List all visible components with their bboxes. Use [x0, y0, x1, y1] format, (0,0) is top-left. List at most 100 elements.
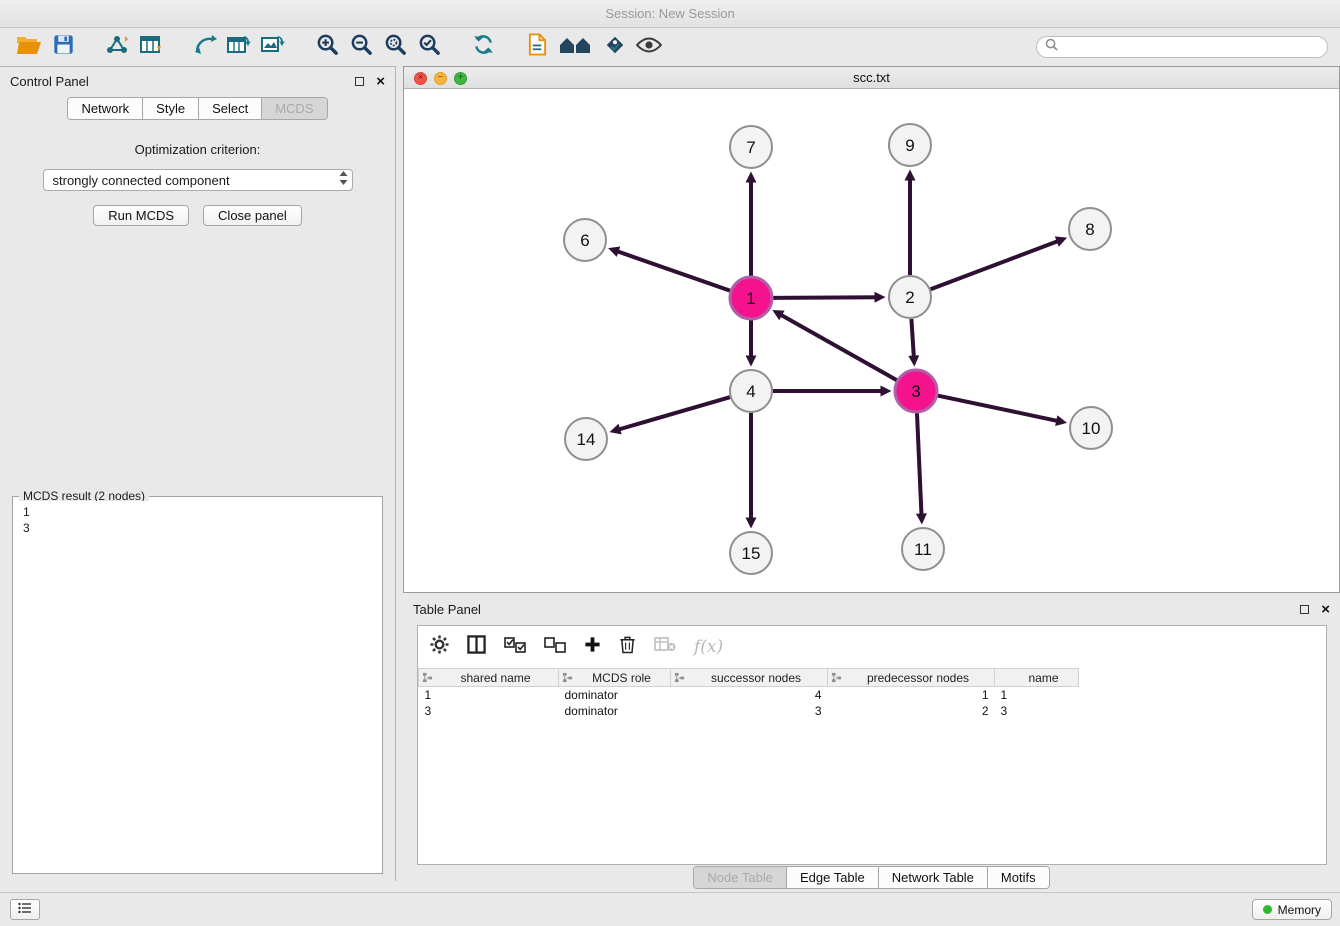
- network-view-window: × − + scc.txt 7968124314101511: [403, 66, 1340, 593]
- columns-icon: [467, 635, 486, 659]
- mcds-result-groupbox: MCDS result (2 nodes) 1 3: [12, 496, 383, 874]
- window-title: Session: New Session: [605, 6, 734, 21]
- select-all-rows-button[interactable]: [504, 637, 526, 658]
- table-arrow-icon: [227, 34, 251, 60]
- graph-node-label: 14: [577, 430, 596, 449]
- minimize-window-icon[interactable]: −: [434, 72, 447, 85]
- deselect-all-rows-button[interactable]: [544, 637, 566, 658]
- list-icon: [18, 901, 32, 919]
- table-cell[interactable]: 1: [419, 687, 559, 703]
- network-graph[interactable]: 7968124314101511: [404, 89, 1339, 592]
- mcds-result-text[interactable]: 1 3: [17, 501, 378, 869]
- refresh-layout-button[interactable]: [466, 32, 500, 62]
- tab-motifs[interactable]: Motifs: [988, 867, 1049, 888]
- optimization-criterion-dropdown[interactable]: strongly connected component: [43, 169, 353, 191]
- import-table-file-button[interactable]: [134, 32, 168, 62]
- control-panel-tabs: Network Style Select MCDS: [67, 97, 327, 120]
- import-network-file-button[interactable]: [100, 32, 134, 62]
- delete-table-button[interactable]: [654, 636, 676, 658]
- graph-node-label: 11: [914, 540, 932, 559]
- export-image-button[interactable]: [256, 32, 290, 62]
- save-session-button[interactable]: [46, 32, 80, 62]
- tab-select[interactable]: Select: [199, 98, 262, 119]
- graph-node-label: 9: [905, 136, 914, 155]
- home-button[interactable]: [554, 32, 598, 62]
- table-cell[interactable]: 3: [995, 703, 1079, 719]
- tab-style[interactable]: Style: [143, 98, 199, 119]
- table-cell[interactable]: 3: [671, 703, 828, 719]
- new-network-button[interactable]: [188, 32, 222, 62]
- tab-network[interactable]: Network: [68, 98, 143, 119]
- zoom-selected-button[interactable]: [412, 32, 446, 62]
- tab-edge-table[interactable]: Edge Table: [787, 867, 879, 888]
- tab-mcds[interactable]: MCDS: [262, 98, 326, 119]
- tab-network-table[interactable]: Network Table: [879, 867, 988, 888]
- search-input[interactable]: [1063, 40, 1319, 54]
- table-cell[interactable]: 3: [419, 703, 559, 719]
- network-window-title: scc.txt: [853, 70, 890, 85]
- search-icon: [1045, 38, 1058, 56]
- column-tree-icon: [674, 672, 685, 686]
- table-cell[interactable]: 1: [828, 687, 995, 703]
- search-box[interactable]: [1036, 36, 1328, 58]
- eye-icon: [636, 37, 662, 58]
- column-tree-icon: [831, 672, 842, 686]
- table-row[interactable]: 3dominator323: [419, 703, 1079, 719]
- graph-edge-3-1[interactable]: [777, 313, 897, 380]
- window-controls: × − +: [414, 67, 467, 89]
- network-canvas[interactable]: 7968124314101511: [404, 89, 1339, 592]
- run-mcds-button[interactable]: Run MCDS: [93, 205, 189, 226]
- close-panel-icon[interactable]: ×: [376, 74, 385, 89]
- graph-node-label: 8: [1085, 220, 1094, 239]
- graph-edge-2-3[interactable]: [911, 319, 914, 361]
- new-table-button[interactable]: [222, 32, 256, 62]
- graph-edge-3-10[interactable]: [938, 396, 1062, 422]
- zoom-window-icon[interactable]: +: [454, 72, 467, 85]
- open-session-button[interactable]: [12, 32, 46, 62]
- network-window-titlebar: × − + scc.txt: [404, 67, 1339, 89]
- graph-node-label: 15: [742, 544, 761, 563]
- zoom-out-button[interactable]: [344, 32, 378, 62]
- table-row[interactable]: 1dominator411: [419, 687, 1079, 703]
- column-header-successor-nodes[interactable]: successor nodes: [671, 669, 828, 687]
- table-settings-button[interactable]: [430, 635, 449, 659]
- result-line: 3: [23, 520, 372, 536]
- apply-style-button[interactable]: [520, 32, 554, 62]
- memory-button[interactable]: Memory: [1252, 899, 1332, 920]
- float-window-icon[interactable]: [355, 77, 364, 86]
- plus-icon: [584, 636, 601, 658]
- delete-column-button[interactable]: [619, 635, 636, 659]
- trash-icon: [619, 635, 636, 659]
- tab-node-table[interactable]: Node Table: [694, 867, 787, 888]
- dropdown-stepper-icon: [339, 171, 348, 190]
- table-cell[interactable]: 2: [828, 703, 995, 719]
- table-cell[interactable]: dominator: [559, 687, 671, 703]
- add-column-button[interactable]: [584, 636, 601, 658]
- function-builder-button[interactable]: f(x): [694, 637, 723, 657]
- column-header-shared-name[interactable]: shared name: [419, 669, 559, 687]
- column-header-mcds-role[interactable]: MCDS role: [559, 669, 671, 687]
- show-hide-button[interactable]: [632, 32, 666, 62]
- show-columns-button[interactable]: [467, 635, 486, 659]
- zoom-fit-button[interactable]: [378, 32, 412, 62]
- result-line: 1: [23, 504, 372, 520]
- float-window-icon[interactable]: [1300, 605, 1309, 614]
- graph-edge-1-2[interactable]: [773, 297, 880, 298]
- style-tag-button[interactable]: [598, 32, 632, 62]
- memory-label: Memory: [1278, 903, 1321, 917]
- column-header-name[interactable]: name: [995, 669, 1079, 687]
- task-history-button[interactable]: [10, 899, 40, 920]
- graph-edge-2-8[interactable]: [931, 240, 1062, 290]
- graph-edge-4-14[interactable]: [615, 397, 730, 430]
- close-window-icon[interactable]: ×: [414, 72, 427, 85]
- close-panel-icon[interactable]: ×: [1321, 602, 1330, 617]
- graph-edge-3-11[interactable]: [917, 413, 922, 519]
- column-header-predecessor-nodes[interactable]: predecessor nodes: [828, 669, 995, 687]
- table-cell[interactable]: 4: [671, 687, 828, 703]
- zoom-in-button[interactable]: [310, 32, 344, 62]
- close-panel-button[interactable]: Close panel: [203, 205, 302, 226]
- graph-edge-1-6[interactable]: [613, 250, 730, 291]
- table-cell[interactable]: dominator: [559, 703, 671, 719]
- table-cell[interactable]: 1: [995, 687, 1079, 703]
- graph-node-label: 10: [1082, 419, 1101, 438]
